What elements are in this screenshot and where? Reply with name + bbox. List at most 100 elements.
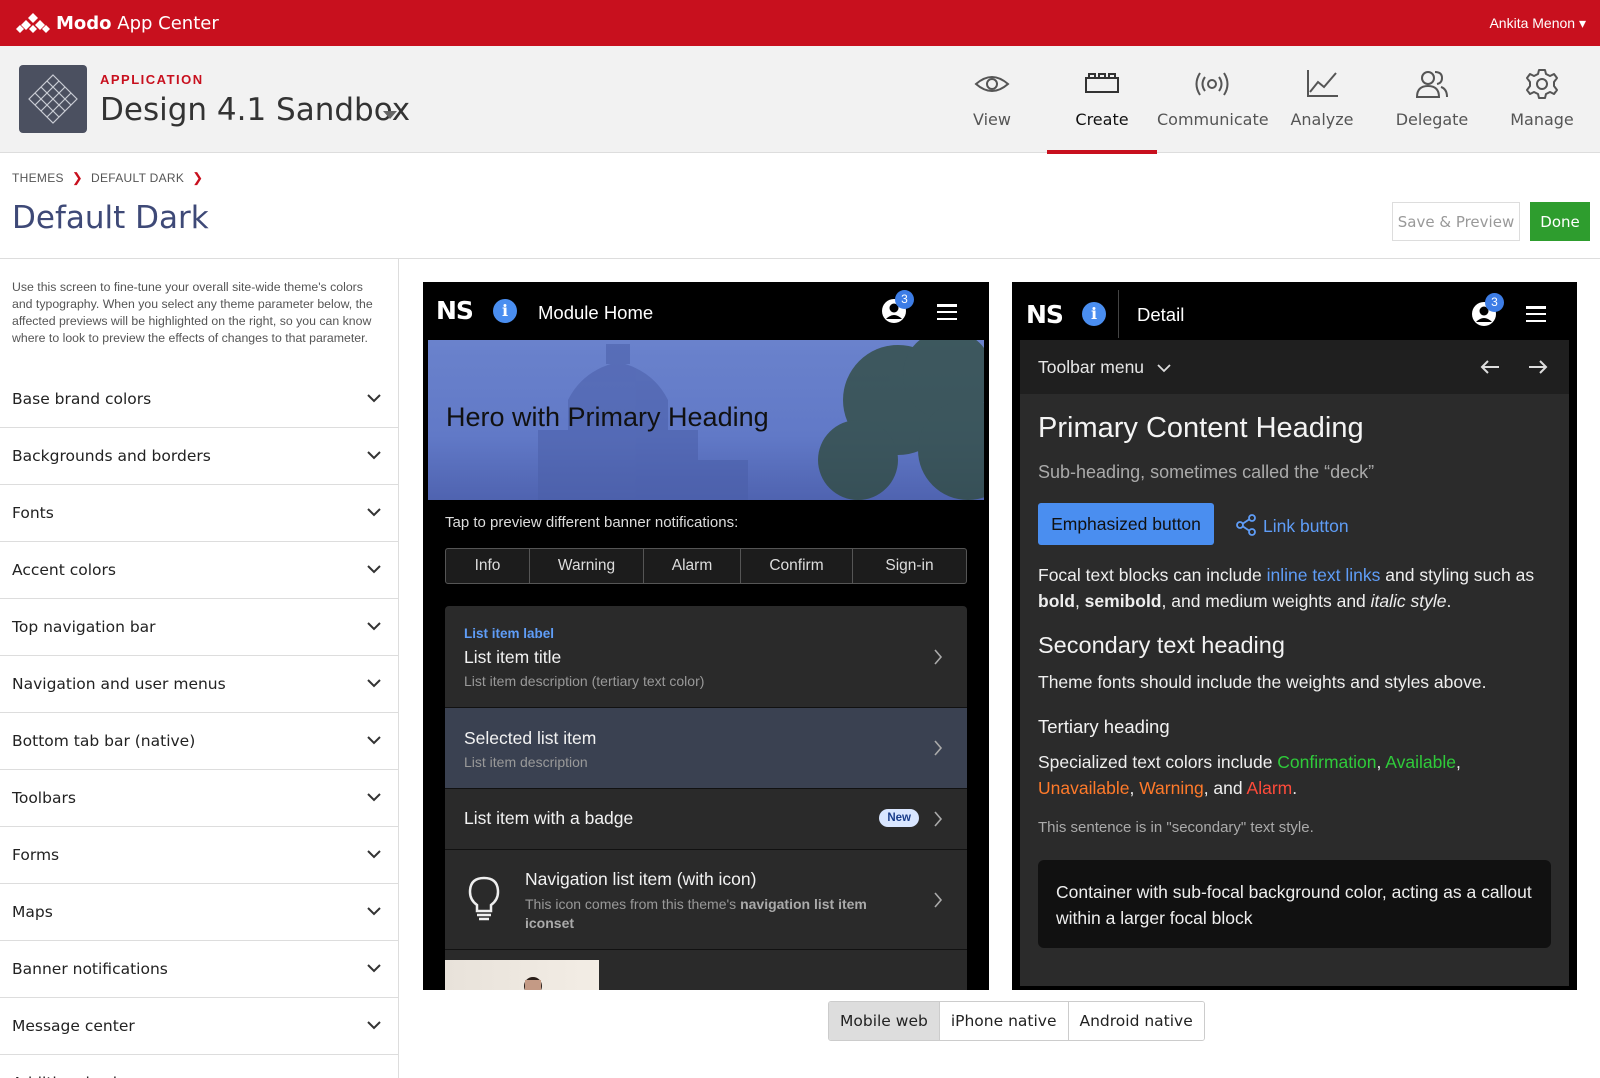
application-name[interactable]: Design 4.1 Sandbox — [100, 92, 410, 128]
accordion-section-label: Backgrounds and borders — [12, 447, 211, 465]
list-item-navigation[interactable]: Navigation list item (with icon) This ic… — [445, 850, 967, 950]
link-button[interactable]: Link button — [1235, 514, 1349, 537]
tab-delegate[interactable]: Delegate — [1377, 46, 1487, 153]
list-item-badge[interactable]: List item with a badge New — [445, 789, 967, 850]
preview-module-home: NS i Module Home 3 Hero with Primary Hea… — [423, 282, 989, 990]
app-center-title[interactable]: Modo App Center — [56, 13, 219, 34]
done-button[interactable]: Done — [1530, 202, 1590, 241]
accordion-section[interactable]: Message center — [0, 998, 398, 1055]
list-thumbnail-image — [445, 960, 599, 990]
accordion-section-label: Accent colors — [12, 561, 116, 579]
arrow-right-icon[interactable] — [1528, 359, 1548, 375]
tab-analyze[interactable]: Analyze — [1267, 46, 1377, 153]
theme-sidebar: Use this screen to fine-tune your overal… — [0, 259, 399, 1078]
accordion-section[interactable]: Top navigation bar — [0, 599, 398, 656]
lightbulb-icon — [468, 876, 500, 921]
inline-text-link[interactable]: inline text links — [1267, 565, 1381, 585]
banner-tab-confirm[interactable]: Confirm — [741, 549, 853, 583]
accordion-section[interactable]: Bottom tab bar (native) — [0, 713, 398, 770]
app-icon — [19, 65, 87, 133]
accordion-section-label: Bottom tab bar (native) — [12, 732, 196, 750]
tab-delegate-label: Delegate — [1395, 110, 1469, 129]
banner-tab-sign-in[interactable]: Sign-in — [853, 549, 966, 583]
notification-count-badge: 3 — [1485, 293, 1504, 312]
banner-tab-info[interactable]: Info — [446, 549, 530, 583]
accordion-section-label: Toolbars — [12, 789, 76, 807]
banner-tab-alarm[interactable]: Alarm — [644, 549, 741, 583]
accordion-section[interactable]: Fonts — [0, 485, 398, 542]
sub-heading: Sub-heading, sometimes called the “deck” — [1038, 462, 1375, 482]
platform-android-native[interactable]: Android native — [1068, 1002, 1204, 1040]
chevron-right-icon — [934, 648, 943, 665]
detail-content: Toolbar menu Primary Content Heading Sub… — [1020, 340, 1569, 986]
tab-view-label: View — [973, 110, 1011, 129]
arrow-left-icon[interactable] — [1480, 359, 1500, 375]
app-switcher-caret-icon[interactable] — [383, 111, 397, 119]
accordion-section[interactable]: Navigation and user menus — [0, 656, 398, 713]
accordion-section[interactable]: Banner notifications — [0, 941, 398, 998]
tab-communicate[interactable]: Communicate — [1157, 46, 1269, 153]
chevron-right-icon — [934, 740, 943, 756]
list-item-title: List item title — [464, 647, 562, 667]
new-badge: New — [879, 809, 919, 827]
chevron-down-icon — [367, 679, 381, 688]
tab-manage[interactable]: Manage — [1487, 46, 1597, 153]
hamburger-menu-icon[interactable] — [937, 304, 957, 321]
info-icon[interactable]: i — [1082, 302, 1106, 326]
platform-iphone-native[interactable]: iPhone native — [939, 1002, 1069, 1040]
phone-nav-bar: NS i Module Home 3 — [423, 282, 989, 340]
secondary-text: This sentence is in "secondary" text sty… — [1038, 819, 1314, 836]
top-bar: Modo App Center Ankita Menon ▾ — [0, 0, 1600, 46]
accordion-section[interactable]: Maps — [0, 884, 398, 941]
tab-create-label: Create — [1075, 110, 1129, 129]
tab-create[interactable]: Create — [1047, 46, 1157, 154]
list-item-selected[interactable]: Selected list item List item description — [445, 708, 967, 789]
accordion-section[interactable]: Base brand colors — [0, 371, 398, 428]
ns-logo[interactable]: NS — [1026, 300, 1064, 329]
chevron-down-icon — [367, 964, 381, 973]
accordion-section[interactable]: Backgrounds and borders — [0, 428, 398, 485]
hamburger-menu-icon[interactable] — [1526, 306, 1546, 323]
modo-logo-icon — [16, 13, 50, 33]
chevron-down-icon — [367, 907, 381, 916]
banner-tab-warning[interactable]: Warning — [530, 549, 644, 583]
user-menu[interactable]: Ankita Menon ▾ — [1489, 15, 1586, 32]
list-item[interactable]: List item label List item title List ite… — [445, 606, 967, 708]
breadcrumb-themes[interactable]: THEMES — [12, 171, 64, 185]
chevron-down-icon — [1157, 364, 1171, 373]
accordion-section[interactable]: Toolbars — [0, 770, 398, 827]
eye-icon — [974, 76, 1010, 92]
user-icon[interactable]: 3 — [1471, 293, 1504, 331]
chevron-down-icon — [367, 451, 381, 460]
accordion-section[interactable]: Additional colors — [0, 1055, 398, 1078]
accordion-section-label: Base brand colors — [12, 390, 152, 408]
application-label: APPLICATION — [100, 72, 204, 87]
chevron-right-icon — [934, 891, 943, 908]
specialized-colors-text: Specialized text colors include Confirma… — [1038, 752, 1461, 798]
info-icon[interactable]: i — [493, 299, 517, 323]
secondary-heading: Secondary text heading — [1038, 632, 1285, 658]
banner-notification-tabs: Info Warning Alarm Confirm Sign-in — [445, 548, 967, 584]
tab-analyze-label: Analyze — [1290, 110, 1354, 129]
list-item-label: List item label — [464, 626, 555, 641]
list-item-title: List item with a badge — [464, 808, 634, 828]
phone-title: Detail — [1137, 304, 1185, 325]
share-icon — [1236, 514, 1256, 536]
list-item-title: Selected list item — [464, 728, 597, 748]
preview-detail: NS i Detail 3 Toolbar menu Primary Conte… — [1012, 282, 1577, 990]
accordion-section-label: Additional colors — [12, 1074, 141, 1078]
emphasized-button[interactable]: Emphasized button — [1038, 503, 1214, 545]
breadcrumb-default-dark[interactable]: DEFAULT DARK — [91, 171, 184, 185]
hero-heading: Hero with Primary Heading — [446, 402, 769, 432]
accordion-section-label: Fonts — [12, 504, 54, 522]
ns-logo[interactable]: NS — [436, 296, 474, 325]
accordion-section[interactable]: Accent colors — [0, 542, 398, 599]
accordion-section-label: Message center — [12, 1017, 135, 1035]
user-icon[interactable]: 3 — [881, 290, 914, 328]
platform-mobile-web[interactable]: Mobile web — [829, 1002, 940, 1040]
tab-view[interactable]: View — [937, 46, 1047, 153]
toolbar-menu[interactable]: Toolbar menu — [1038, 357, 1171, 378]
accordion-section-label: Maps — [12, 903, 53, 921]
accordion-section[interactable]: Forms — [0, 827, 398, 884]
save-preview-button[interactable]: Save & Preview — [1392, 202, 1520, 241]
